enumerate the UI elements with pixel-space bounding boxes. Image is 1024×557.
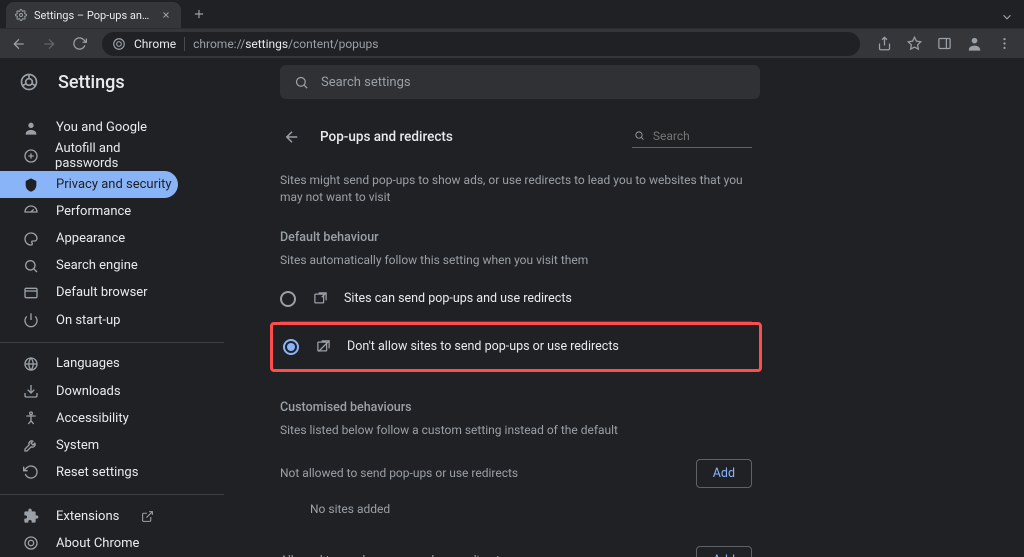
highlighted-selection: Don't allow sites to send pop-ups or use… [270,322,762,372]
profile-avatar[interactable] [960,31,988,57]
radio-block-popups[interactable]: Don't allow sites to send pop-ups or use… [283,325,749,369]
forward-button[interactable] [36,31,62,57]
sidebar-divider [0,342,224,343]
sidebar-item-default-browser[interactable]: Default browser [0,279,180,306]
content-search-input[interactable] [653,129,748,143]
popup-allow-icon [312,291,328,307]
add-allowed-button[interactable]: Add [696,546,752,557]
speedometer-icon [22,203,40,221]
globe-icon [22,355,40,373]
allowed-label: Allowed to send pop-ups and use redirect… [280,553,506,557]
autofill-icon [22,147,39,165]
settings-sidebar: You and Google Autofill and passwords Pr… [0,106,240,557]
radio-selected-icon [283,339,299,355]
content-description: Sites might send pop-ups to show ads, or… [280,172,752,206]
chrome-logo-icon [18,71,40,93]
sidebar-item-performance[interactable]: Performance [0,198,180,225]
tab-list-button[interactable] [1000,10,1014,24]
overflow-menu-icon[interactable] [990,31,1018,57]
external-link-icon [141,510,154,523]
not-allowed-label: Not allowed to send pop-ups or use redir… [280,466,518,480]
browser-tab[interactable]: Settings – Pop-ups and redirects [6,2,181,28]
sidebar-item-system[interactable]: System [0,432,180,459]
browser-tab-strip: Settings – Pop-ups and redirects [0,0,1024,28]
chrome-icon [22,534,40,552]
puzzle-icon [22,507,40,525]
search-settings-field[interactable]: Search settings [280,65,760,99]
radio-allow-popups[interactable]: Sites can send pop-ups and use redirects [280,277,752,321]
settings-header: Settings Search settings [0,58,1024,106]
sidebar-divider [0,494,224,495]
sidebar-item-about[interactable]: About Chrome [0,530,180,557]
address-bar[interactable]: Chrome chrome://settings/content/popups [102,32,860,56]
tab-favicon-gear-icon [14,8,28,22]
sidebar-item-autofill[interactable]: Autofill and passwords [0,141,180,171]
sidebar-item-extensions[interactable]: Extensions [0,503,180,530]
window-icon [22,284,40,302]
site-info-icon[interactable] [112,37,126,51]
reload-button[interactable] [66,31,92,57]
customised-label: Customised behaviours [280,400,752,415]
share-icon[interactable] [870,31,898,57]
radio-allow-label: Sites can send pop-ups and use redirects [344,291,572,306]
palette-icon [22,230,40,248]
add-not-allowed-button[interactable]: Add [696,459,752,488]
settings-page: Settings Search settings You and Google … [0,58,1024,557]
browser-toolbar: Chrome chrome://settings/content/popups [0,28,1024,58]
sidebar-item-accessibility[interactable]: Accessibility [0,405,180,432]
sidebar-item-downloads[interactable]: Downloads [0,378,180,405]
bookmark-icon[interactable] [900,31,928,57]
sidebar-item-languages[interactable]: Languages [0,350,180,377]
content-search-field[interactable] [632,127,752,148]
tab-title: Settings – Pop-ups and redirects [34,9,153,22]
accessibility-icon [22,409,40,427]
content-back-button[interactable] [282,127,302,147]
customised-sub: Sites listed below follow a custom setti… [280,423,752,437]
new-tab-button[interactable] [187,2,211,26]
person-icon [22,119,40,137]
search-settings-placeholder: Search settings [321,75,411,90]
wrench-icon [22,436,40,454]
reset-icon [22,463,40,481]
side-panel-icon[interactable] [930,31,958,57]
url-chip: Chrome [134,37,185,51]
sidebar-item-reset[interactable]: Reset settings [0,459,180,486]
sidebar-item-appearance[interactable]: Appearance [0,225,180,252]
default-behaviour-label: Default behaviour [280,230,752,245]
download-icon [22,382,40,400]
back-button[interactable] [6,31,32,57]
radio-unselected-icon [280,291,296,307]
content-panel: Pop-ups and redirects Sites might send p… [280,106,752,557]
search-icon [22,257,40,275]
url-text: chrome://settings/content/popups [193,37,378,51]
radio-block-label: Don't allow sites to send pop-ups or use… [347,339,619,354]
settings-title: Settings [58,72,125,93]
content-title: Pop-ups and redirects [320,129,453,145]
sidebar-item-you-and-google[interactable]: You and Google [0,114,180,141]
sidebar-item-on-startup[interactable]: On start-up [0,306,180,333]
sidebar-item-privacy[interactable]: Privacy and security [0,171,178,198]
shield-icon [22,176,40,194]
search-icon [294,75,309,90]
no-sites-not-allowed: No sites added [310,502,752,516]
default-behaviour-sub: Sites automatically follow this setting … [280,253,752,267]
tab-close-icon[interactable] [159,8,173,22]
popup-block-icon [315,339,331,355]
search-icon [634,129,645,142]
power-icon [22,311,40,329]
sidebar-item-search-engine[interactable]: Search engine [0,252,180,279]
